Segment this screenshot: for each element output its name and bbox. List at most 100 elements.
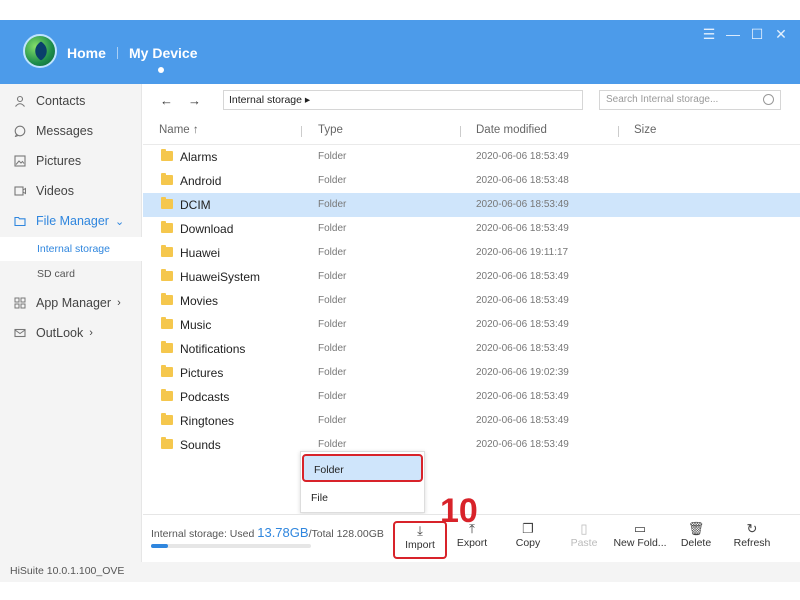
chevron-down-icon: ⌄ <box>114 215 125 228</box>
copy-icon: ❐ <box>522 521 534 536</box>
row-name: HuaweiSystem <box>180 270 261 284</box>
delete-button[interactable]: 🗑 Delete <box>669 521 723 559</box>
table-row[interactable]: Pictures Folder 2020-06-06 19:02:39 <box>143 361 800 385</box>
import-icon: ⤓ <box>417 523 423 538</box>
nav-home[interactable]: Home <box>67 45 106 61</box>
new-folder-button[interactable]: ▭ New Fold... <box>613 521 667 559</box>
refresh-button[interactable]: ↻ Refresh <box>725 521 779 559</box>
folder-icon <box>161 149 173 161</box>
column-header-name[interactable]: Name ↑ <box>159 124 199 136</box>
path-breadcrumb[interactable]: Internal storage ▸ <box>223 90 583 110</box>
menu-item-file[interactable]: File <box>301 484 424 512</box>
table-row[interactable]: Ringtones Folder 2020-06-06 18:53:49 <box>143 409 800 433</box>
new-folder-label: New Fold... <box>613 537 667 549</box>
table-row[interactable]: Huawei Folder 2020-06-06 19:11:17 <box>143 241 800 265</box>
table-row-selected[interactable]: DCIM Folder 2020-06-06 18:53:49 <box>143 193 800 217</box>
row-name: Alarms <box>180 150 218 164</box>
storage-progress-fill <box>151 544 169 548</box>
table-row[interactable]: Podcasts Folder 2020-06-06 18:53:49 <box>143 385 800 409</box>
new-folder-icon: ▭ <box>633 521 647 536</box>
column-header-size[interactable]: Size <box>634 124 656 136</box>
search-input[interactable]: Search Internal storage... <box>599 90 781 110</box>
row-name: Download <box>180 222 234 236</box>
row-name: Podcasts <box>180 390 230 404</box>
picture-icon <box>13 154 27 168</box>
sidebar-item-videos[interactable]: Videos <box>0 176 142 206</box>
sidebar-item-label: Videos <box>36 184 74 198</box>
hisuite-logo-icon <box>23 34 57 68</box>
video-icon <box>13 184 27 198</box>
menu-item-folder[interactable]: Folder <box>302 454 423 482</box>
sidebar-subitem-sd-card[interactable]: SD card <box>0 262 142 286</box>
row-type: Folder <box>318 343 347 354</box>
table-row[interactable]: Notifications Folder 2020-06-06 18:53:49 <box>143 337 800 361</box>
grid-icon <box>13 296 27 310</box>
menu-icon[interactable]: ☰ <box>702 26 716 43</box>
row-date: 2020-06-06 18:53:49 <box>476 391 569 402</box>
table-row[interactable]: Download Folder 2020-06-06 18:53:49 <box>143 217 800 241</box>
table-row[interactable]: Android Folder 2020-06-06 18:53:48 <box>143 169 800 193</box>
storage-prefix: Internal storage: Used <box>151 528 258 540</box>
close-icon[interactable]: ✕ <box>774 26 788 43</box>
row-type: Folder <box>318 319 347 330</box>
column-divider <box>618 126 619 137</box>
nav-my-device[interactable]: My Device <box>129 45 197 61</box>
folder-icon <box>161 389 173 401</box>
sidebar-item-messages[interactable]: Messages <box>0 116 142 146</box>
search-placeholder: Search Internal storage... <box>606 94 719 105</box>
sidebar: Contacts Messages Pictures Videos File M… <box>0 84 142 562</box>
sidebar-item-contacts[interactable]: Contacts <box>0 86 142 116</box>
table-row[interactable]: Movies Folder 2020-06-06 18:53:49 <box>143 289 800 313</box>
sidebar-subitem-internal-storage[interactable]: Internal storage <box>0 237 142 261</box>
back-arrow-icon[interactable]: ← <box>160 93 173 108</box>
maximize-icon[interactable]: ☐ <box>750 26 764 43</box>
sidebar-item-label: Contacts <box>36 94 86 108</box>
import-button[interactable]: ⤓ Import <box>393 521 447 559</box>
sidebar-item-label: App Manager <box>36 296 112 310</box>
import-label: Import <box>405 539 435 551</box>
forward-arrow-icon[interactable]: → <box>188 93 201 108</box>
sidebar-item-file-manager[interactable]: File Manager ⌄ <box>0 206 142 236</box>
folder-icon <box>13 214 27 228</box>
sidebar-item-label: OutLook <box>36 326 84 340</box>
row-type: Folder <box>318 391 347 402</box>
sidebar-item-app-manager[interactable]: App Manager › <box>0 288 142 318</box>
sidebar-item-label: File Manager <box>36 214 109 228</box>
sidebar-item-label: Pictures <box>36 154 82 168</box>
row-type: Folder <box>318 175 347 186</box>
chevron-right-icon: › <box>117 297 121 309</box>
sidebar-item-outlook[interactable]: OutLook › <box>0 318 142 348</box>
paste-icon: ▯ <box>580 521 588 536</box>
refresh-label: Refresh <box>733 537 771 549</box>
table-row[interactable]: Alarms Folder 2020-06-06 18:53:49 <box>143 145 800 169</box>
row-date: 2020-06-06 18:53:49 <box>476 223 569 234</box>
folder-icon <box>161 245 173 257</box>
table-row[interactable]: Music Folder 2020-06-06 18:53:49 <box>143 313 800 337</box>
table-row[interactable]: HuaweiSystem Folder 2020-06-06 18:53:49 <box>143 265 800 289</box>
refresh-icon: ↻ <box>746 521 758 536</box>
file-browser: ← → Internal storage ▸ Search Internal s… <box>143 84 800 562</box>
row-date: 2020-06-06 18:53:49 <box>476 199 569 210</box>
row-date: 2020-06-06 18:53:49 <box>476 295 569 306</box>
folder-icon <box>161 365 173 377</box>
storage-total: /Total 128.00GB <box>308 528 384 540</box>
row-date: 2020-06-06 18:53:49 <box>476 439 569 450</box>
folder-icon <box>161 269 173 281</box>
column-header-date[interactable]: Date modified <box>476 124 547 136</box>
copy-button[interactable]: ❐ Copy <box>501 521 555 559</box>
person-icon <box>13 94 27 108</box>
import-dropdown-menu: Folder File <box>300 451 425 513</box>
app-window: Home My Device ☰ — ☐ ✕ Contacts Messages… <box>0 20 800 582</box>
minimize-icon[interactable]: — <box>726 26 740 42</box>
table-row[interactable]: Sounds Folder 2020-06-06 18:53:49 <box>143 433 800 457</box>
folder-icon <box>161 341 173 353</box>
row-name: Music <box>180 318 212 332</box>
paste-button[interactable]: ▯ Paste <box>557 521 611 559</box>
row-type: Folder <box>318 247 347 258</box>
row-type: Folder <box>318 151 347 162</box>
row-name: Sounds <box>180 438 221 452</box>
column-divider <box>460 126 461 137</box>
column-header-type[interactable]: Type <box>318 124 343 136</box>
sidebar-item-pictures[interactable]: Pictures <box>0 146 142 176</box>
chat-icon <box>13 124 27 138</box>
